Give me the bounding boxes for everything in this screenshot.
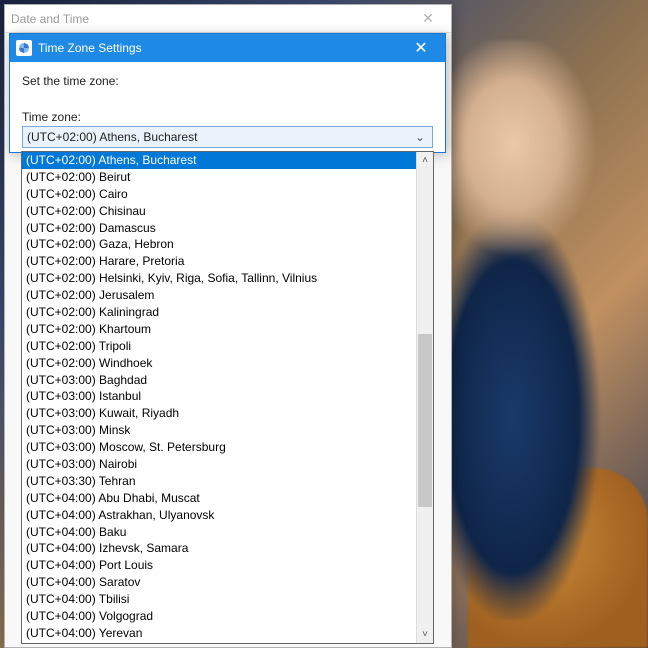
timezone-option[interactable]: (UTC+02:00) Chisinau	[22, 203, 416, 220]
combobox-value: (UTC+02:00) Athens, Bucharest	[27, 130, 412, 144]
timezone-option[interactable]: (UTC+04:00) Yerevan	[22, 625, 416, 642]
child-titlebar[interactable]: Time Zone Settings ✕	[10, 34, 445, 62]
timezone-option[interactable]: (UTC+04:00) Tbilisi	[22, 591, 416, 608]
timezone-option[interactable]: (UTC+04:00) Volgograd	[22, 608, 416, 625]
set-timezone-label: Set the time zone:	[22, 74, 433, 88]
scroll-thumb[interactable]	[418, 334, 432, 508]
timezone-option[interactable]: (UTC+04:00) Baku	[22, 524, 416, 541]
parent-title: Date and Time	[11, 12, 411, 26]
timezone-option[interactable]: (UTC+02:00) Harare, Pretoria	[22, 253, 416, 270]
timezone-option[interactable]: (UTC+02:00) Athens, Bucharest	[22, 152, 416, 169]
globe-icon	[16, 40, 32, 56]
chevron-down-icon: ⌄	[412, 130, 428, 144]
timezone-option[interactable]: (UTC+02:00) Gaza, Hebron	[22, 236, 416, 253]
timezone-option[interactable]: (UTC+03:00) Nairobi	[22, 456, 416, 473]
timezone-option[interactable]: (UTC+02:00) Khartoum	[22, 321, 416, 338]
timezone-option[interactable]: (UTC+04:00) Abu Dhabi, Muscat	[22, 490, 416, 507]
timezone-option[interactable]: (UTC+02:00) Beirut	[22, 169, 416, 186]
parent-titlebar[interactable]: Date and Time ✕	[5, 5, 451, 33]
timezone-option[interactable]: (UTC+03:30) Tehran	[22, 473, 416, 490]
timezone-option[interactable]: (UTC+03:00) Baghdad	[22, 372, 416, 389]
scroll-track[interactable]	[417, 169, 433, 626]
timezone-dropdown: (UTC+02:00) Athens, Bucharest(UTC+02:00)…	[21, 151, 434, 644]
timezone-option[interactable]: (UTC+04:00) Astrakhan, Ulyanovsk	[22, 507, 416, 524]
timezone-combobox[interactable]: (UTC+02:00) Athens, Bucharest ⌄	[22, 126, 433, 148]
close-button[interactable]: ✕	[401, 34, 441, 62]
timezone-option[interactable]: (UTC+02:00) Helsinki, Kyiv, Riga, Sofia,…	[22, 270, 416, 287]
timezone-option[interactable]: (UTC+03:00) Kuwait, Riyadh	[22, 405, 416, 422]
timezone-option[interactable]: (UTC+02:00) Damascus	[22, 220, 416, 237]
dialog-body: Set the time zone: Time zone: (UTC+02:00…	[10, 62, 445, 152]
close-icon[interactable]: ✕	[411, 10, 445, 27]
timezone-option[interactable]: (UTC+03:00) Minsk	[22, 422, 416, 439]
timezone-option[interactable]: (UTC+04:30) Kabul	[22, 642, 416, 643]
timezone-settings-window: Time Zone Settings ✕ Set the time zone: …	[9, 33, 446, 153]
scroll-up-icon[interactable]: ˄	[417, 152, 433, 169]
timezone-option[interactable]: (UTC+03:00) Moscow, St. Petersburg	[22, 439, 416, 456]
timezone-option[interactable]: (UTC+03:00) Istanbul	[22, 388, 416, 405]
timezone-option[interactable]: (UTC+02:00) Kaliningrad	[22, 304, 416, 321]
timezone-option[interactable]: (UTC+02:00) Jerusalem	[22, 287, 416, 304]
scroll-down-icon[interactable]: ˅	[417, 626, 433, 643]
timezone-field-label: Time zone:	[22, 110, 433, 124]
timezone-option[interactable]: (UTC+04:00) Izhevsk, Samara	[22, 540, 416, 557]
dropdown-scrollbar[interactable]: ˄ ˅	[416, 152, 433, 643]
desktop-wallpaper: Date and Time ✕ Time Zone Settings ✕ Set…	[0, 0, 648, 648]
child-title: Time Zone Settings	[38, 41, 401, 55]
timezone-option[interactable]: (UTC+02:00) Tripoli	[22, 338, 416, 355]
timezone-option[interactable]: (UTC+02:00) Windhoek	[22, 355, 416, 372]
timezone-option[interactable]: (UTC+04:00) Port Louis	[22, 557, 416, 574]
timezone-option[interactable]: (UTC+02:00) Cairo	[22, 186, 416, 203]
timezone-option[interactable]: (UTC+04:00) Saratov	[22, 574, 416, 591]
dropdown-list: (UTC+02:00) Athens, Bucharest(UTC+02:00)…	[22, 152, 416, 643]
